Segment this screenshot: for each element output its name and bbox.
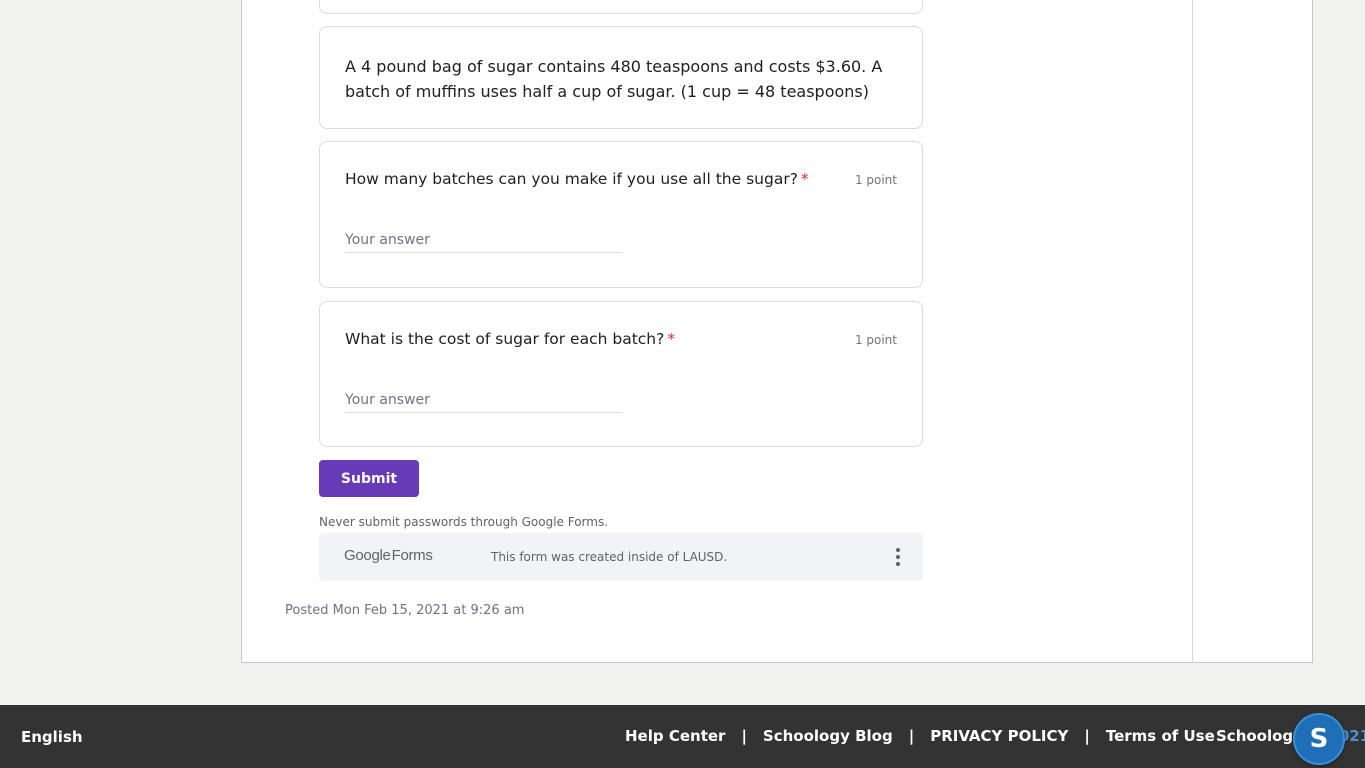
problem-description: A 4 pound bag of sugar contains 480 teas… <box>345 57 883 101</box>
site-footer: English Help Center | Schoology Blog | P… <box>0 705 1365 768</box>
password-warning: Never submit passwords through Google Fo… <box>319 515 609 529</box>
question-title: What is the cost of sugar for each batch… <box>345 330 675 348</box>
footer-separator: | <box>741 727 747 745</box>
answer-input-1[interactable] <box>345 228 622 253</box>
help-center-link[interactable]: Help Center <box>625 727 725 745</box>
language-selector[interactable]: English <box>21 728 83 746</box>
submit-button[interactable]: Submit <box>319 460 419 497</box>
brand-name: Schoology <box>1216 727 1303 745</box>
logo-google-text: Google <box>344 547 391 564</box>
schoology-s-icon[interactable]: S <box>1293 713 1345 765</box>
logo-forms-text: Forms <box>391 547 433 564</box>
question-card-2: What is the cost of sugar for each batch… <box>319 301 923 447</box>
question-text: How many batches can you make if you use… <box>345 170 798 188</box>
footer-separator: | <box>908 727 915 745</box>
schoology-blog-link[interactable]: Schoology Blog <box>763 727 893 745</box>
question-text: What is the cost of sugar for each batch… <box>345 330 665 348</box>
privacy-policy-link[interactable]: PRIVACY POLICY <box>930 727 1068 745</box>
footer-separator: | <box>1084 727 1090 745</box>
question-points: 1 point <box>854 173 897 187</box>
posted-timestamp: Posted Mon Feb 15, 2021 at 9:26 am <box>285 603 525 618</box>
right-column-divider <box>1192 0 1193 663</box>
footer-links: Help Center | Schoology Blog | PRIVACY P… <box>625 727 1215 745</box>
question-points: 1 point <box>854 333 897 347</box>
more-options-icon[interactable] <box>889 546 907 568</box>
description-card: A 4 pound bag of sugar contains 480 teas… <box>319 26 923 129</box>
google-forms-logo[interactable]: GoogleForms <box>344 547 433 564</box>
previous-card <box>319 0 923 14</box>
question-card-1: How many batches can you make if you use… <box>319 141 923 288</box>
required-asterisk: * <box>667 330 676 348</box>
question-title: How many batches can you make if you use… <box>345 170 809 188</box>
google-forms-footer: GoogleForms This form was created inside… <box>319 533 923 581</box>
form-created-notice: This form was created inside of LAUSD. <box>491 550 728 564</box>
answer-input-2[interactable] <box>345 388 622 413</box>
required-asterisk: * <box>800 170 809 188</box>
terms-of-use-link[interactable]: Terms of Use <box>1106 727 1215 745</box>
